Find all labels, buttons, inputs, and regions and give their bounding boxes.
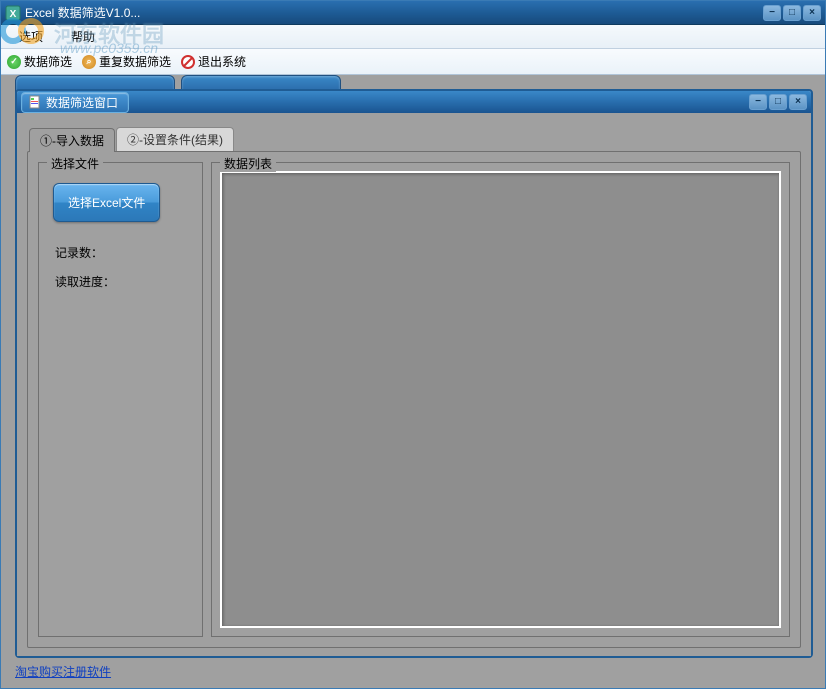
tab-strip: ①-导入数据 ②-设置条件(结果) xyxy=(29,127,801,151)
tab-import-data[interactable]: ①-导入数据 xyxy=(29,128,115,152)
records-label: 记录数： xyxy=(55,244,192,261)
titlebar-left: X Excel 数据筛选V1.0... xyxy=(5,4,140,21)
tab-set-conditions[interactable]: ②-设置条件(结果) xyxy=(116,127,234,151)
child-minimize-button[interactable]: − xyxy=(749,94,767,110)
tool-exit-label: 退出系统 xyxy=(198,53,246,70)
tool-exit[interactable]: 退出系统 xyxy=(181,53,246,70)
main-titlebar[interactable]: X Excel 数据筛选V1.0... − □ × xyxy=(1,1,825,25)
document-icon xyxy=(28,95,42,109)
progress-label: 读取进度： xyxy=(55,273,192,290)
child-content: ①-导入数据 ②-设置条件(结果) 选择文件 选择Excel文件 记录数： 读取… xyxy=(17,113,811,656)
app-icon: X xyxy=(5,5,21,21)
child-titlebar[interactable]: 数据筛选窗口 − □ × xyxy=(17,91,811,113)
groupbox-select-file-title: 选择文件 xyxy=(47,155,103,172)
maximize-button[interactable]: □ xyxy=(783,5,801,21)
child-window: 数据筛选窗口 − □ × ①-导入数据 ②-设置条件(结果) 选择文件 选择Ex… xyxy=(15,89,813,658)
minimize-button[interactable]: − xyxy=(763,5,781,21)
tab-page-import: 选择文件 选择Excel文件 记录数： 读取进度： 数据列表 xyxy=(27,151,801,648)
watermark-url: www.pc0359.cn xyxy=(60,40,158,56)
stats-block: 记录数： 读取进度： xyxy=(49,240,192,290)
forbidden-icon xyxy=(181,55,195,69)
check-icon: ✓ xyxy=(7,55,21,69)
child-maximize-button[interactable]: □ xyxy=(769,94,787,110)
child-title-tab: 数据筛选窗口 xyxy=(21,92,129,113)
taobao-register-link[interactable]: 淘宝购买注册软件 xyxy=(15,663,111,680)
child-close-button[interactable]: × xyxy=(789,94,807,110)
child-window-controls: − □ × xyxy=(749,94,807,110)
child-window-title: 数据筛选窗口 xyxy=(46,94,118,111)
groupbox-data-list: 数据列表 xyxy=(211,162,790,637)
select-excel-button[interactable]: 选择Excel文件 xyxy=(53,183,160,222)
svg-text:X: X xyxy=(10,9,17,20)
data-list-panel[interactable] xyxy=(220,171,781,628)
menu-options[interactable]: 选项 xyxy=(13,26,49,47)
search-icon: ⌕ xyxy=(82,55,96,69)
groupbox-select-file: 选择文件 选择Excel文件 记录数： 读取进度： xyxy=(38,162,203,637)
main-window-controls: − □ × xyxy=(763,5,821,21)
main-window: X Excel 数据筛选V1.0... − □ × 选项 帮助 ✓ 数据筛选 ⌕… xyxy=(0,0,826,689)
mdi-area: 数据筛选窗口 − □ × ①-导入数据 ②-设置条件(结果) 选择文件 选择Ex… xyxy=(1,75,825,688)
close-button[interactable]: × xyxy=(803,5,821,21)
main-title: Excel 数据筛选V1.0... xyxy=(25,4,140,21)
groupbox-data-list-title: 数据列表 xyxy=(220,155,276,172)
